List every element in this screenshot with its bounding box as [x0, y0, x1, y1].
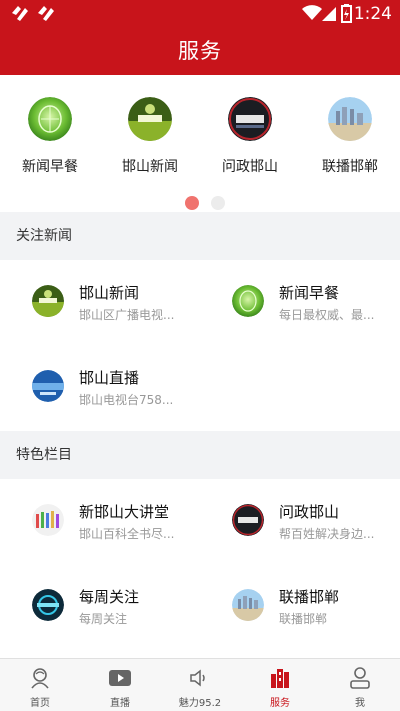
item-title: 联播邯郸 — [279, 588, 340, 606]
tab-label: 魅力95.2 — [178, 698, 222, 709]
bottom-tab-bar: 首页 直播 魅力95.2 服务 我 — [0, 658, 400, 711]
section-header-focus-news: 关注新闻 — [0, 212, 400, 260]
list-item-lianbo-handan[interactable]: 联播邯郸 联播邯郸 — [200, 564, 400, 649]
signal-icon — [322, 7, 336, 21]
tab-label: 服务 — [270, 698, 290, 709]
list-item-weekly-focus[interactable]: 每周关注 每周关注 — [0, 564, 200, 649]
list-item-hanshan-news[interactable]: 邯山新闻 邯山区广播电视... — [0, 260, 200, 345]
featured-label: 新闻早餐 — [22, 159, 78, 175]
featured-label: 邯山新闻 — [122, 159, 178, 175]
featured-item-wenzheng-hanshan[interactable]: 问政邯山 — [200, 97, 300, 176]
wenzheng-logo-thumbnail — [228, 97, 272, 141]
play-icon — [109, 670, 131, 686]
item-title: 邯山新闻 — [79, 284, 140, 302]
focus-news-list: 邯山新闻 邯山区广播电视... 新闻早餐 每日最权威、最... 邯山直播 邯山电… — [0, 260, 400, 430]
list-item-wenzheng-hanshan[interactable]: 问政邯山 帮百姓解决身边... — [200, 479, 400, 564]
featured-label: 问政邯山 — [222, 159, 278, 175]
section-title: 关注新闻 — [16, 228, 72, 244]
tab-home[interactable]: 首页 — [0, 659, 80, 711]
featured-item-lianbo-handan[interactable]: 联播邯郸 — [300, 97, 400, 176]
featured-item-hanshan-news[interactable]: 邯山新闻 — [100, 97, 200, 176]
featured-item-news-breakfast[interactable]: 新闻早餐 — [0, 97, 100, 176]
buildings-icon — [271, 669, 289, 688]
featured-label: 联播邯郸 — [322, 159, 378, 175]
list-item-news-breakfast[interactable]: 新闻早餐 每日最权威、最... — [200, 260, 400, 345]
item-title: 问政邯山 — [279, 503, 340, 521]
featured-columns-list: 新邯山大讲堂 邯山百科全书尽... 问政邯山 帮百姓解决身边... 每周关注 每… — [0, 479, 400, 658]
skyline-thumbnail — [328, 97, 372, 141]
list-item-hanshan-live[interactable]: 邯山直播 邯山电视台758... — [0, 345, 200, 430]
news-studio-thumbnail — [32, 285, 64, 317]
status-time: 1:24 — [353, 4, 392, 24]
item-description: 每周关注 — [79, 612, 128, 626]
tab-live[interactable]: 直播 — [80, 659, 160, 711]
carousel-dot-active[interactable] — [185, 196, 199, 210]
skyline-thumbnail — [232, 589, 264, 621]
green-globe-thumbnail — [232, 285, 264, 317]
weekly-focus-thumbnail — [32, 589, 64, 621]
item-description: 邯山百科全书尽... — [79, 527, 175, 541]
tab-label: 我 — [355, 698, 365, 709]
status-bar: 1:24 — [0, 0, 400, 28]
tab-service[interactable]: 服务 — [240, 659, 320, 711]
section-title: 特色栏目 — [16, 447, 72, 463]
tab-label: 直播 — [110, 698, 130, 709]
speaker-icon — [190, 669, 205, 687]
blue-live-thumbnail — [32, 370, 64, 402]
notification-icon — [12, 6, 28, 21]
item-description: 每日最权威、最... — [279, 308, 375, 322]
green-globe-thumbnail — [28, 97, 72, 141]
tab-me[interactable]: 我 — [320, 659, 400, 711]
home-icon — [31, 668, 49, 689]
item-description: 邯山区广播电视... — [79, 308, 175, 322]
item-title: 新邯山大讲堂 — [79, 503, 170, 521]
notification-icon — [38, 6, 54, 21]
tab-label: 首页 — [30, 698, 50, 709]
wenzheng-logo-thumbnail — [232, 504, 264, 536]
tab-radio[interactable]: 魅力95.2 — [160, 659, 240, 711]
item-title: 新闻早餐 — [279, 284, 340, 302]
item-title: 每周关注 — [79, 588, 140, 606]
item-description: 联播邯郸 — [279, 612, 328, 626]
lecture-hall-thumbnail — [32, 504, 64, 536]
list-item-lecture-hall[interactable]: 新邯山大讲堂 邯山百科全书尽... — [0, 479, 200, 564]
user-icon — [350, 667, 370, 689]
news-studio-thumbnail — [128, 97, 172, 141]
section-header-featured-columns: 特色栏目 — [0, 431, 400, 479]
carousel-dot[interactable] — [211, 196, 225, 210]
item-description: 帮百姓解决身边... — [279, 527, 375, 541]
page-title: 服务 — [0, 28, 400, 75]
battery-icon — [341, 4, 352, 23]
item-description: 邯山电视台758... — [79, 393, 174, 407]
item-title: 邯山直播 — [79, 369, 140, 387]
featured-carousel[interactable]: 新闻早餐 邯山新闻 问政邯山 联播邯郸 — [0, 75, 400, 212]
